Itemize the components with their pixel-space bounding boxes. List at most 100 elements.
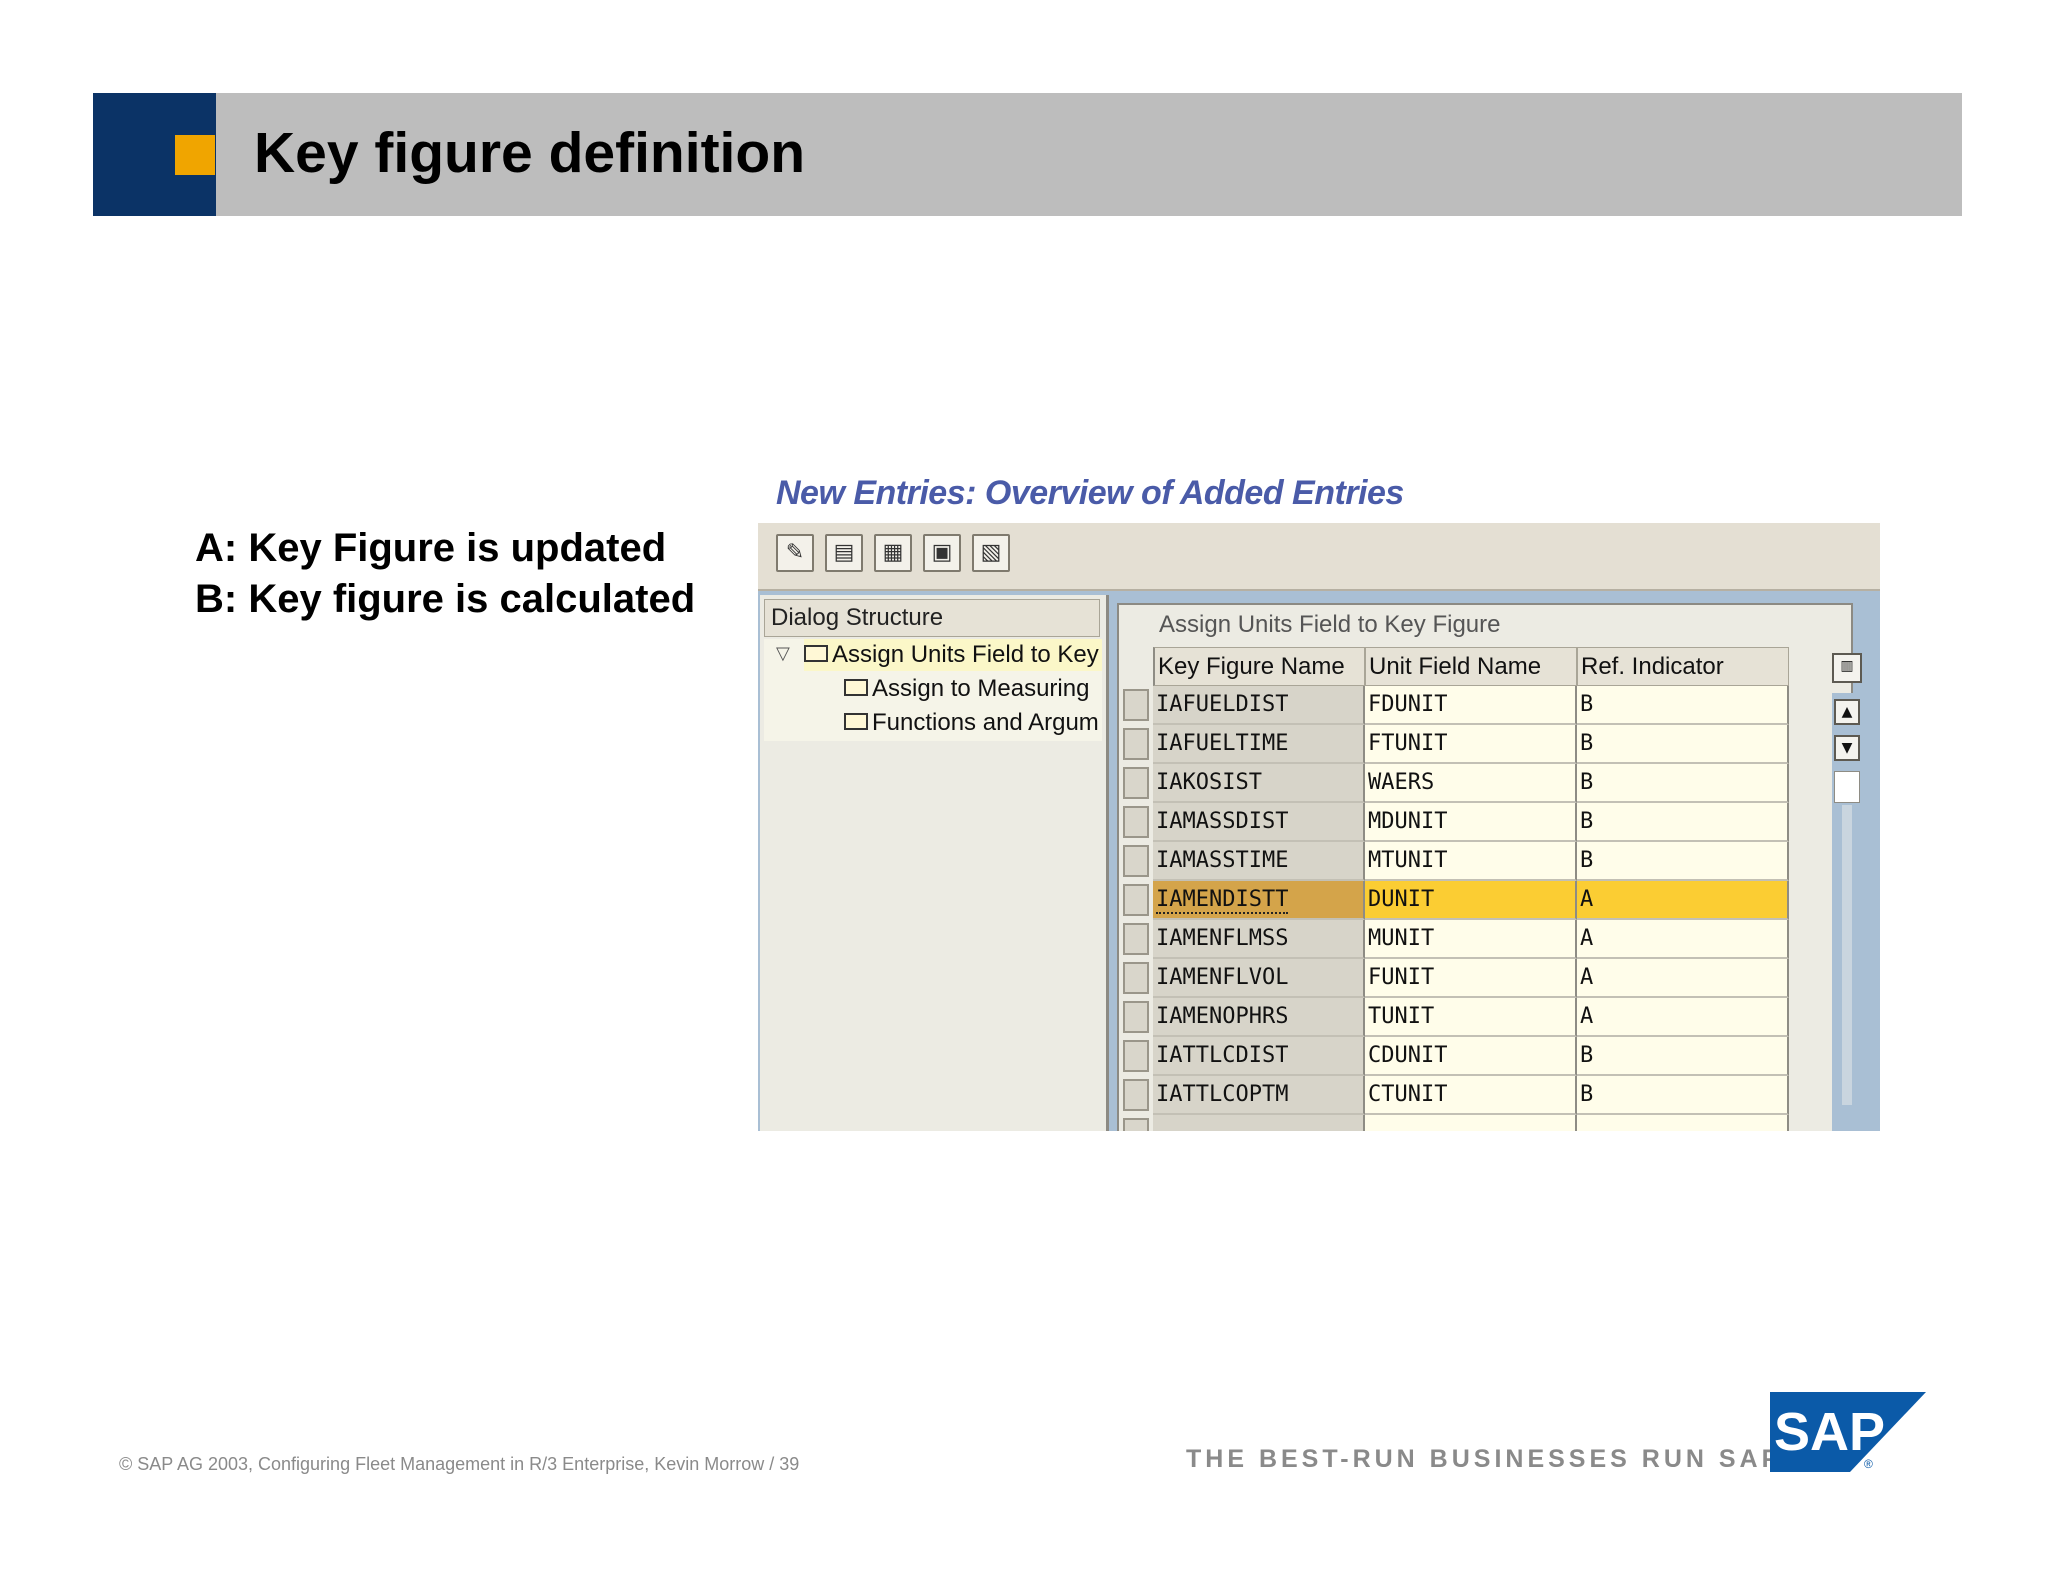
row-selector[interactable] bbox=[1123, 1079, 1149, 1111]
row-selector[interactable] bbox=[1123, 728, 1149, 760]
slide-title: Key figure definition bbox=[254, 121, 806, 185]
cell-ref-indicator[interactable]: A bbox=[1577, 881, 1789, 920]
cell-unit-field-name[interactable]: MDUNIT bbox=[1365, 803, 1577, 842]
cell-key-figure-name[interactable]: IAMENOPHRS bbox=[1153, 998, 1365, 1037]
cell-unit-field-name[interactable]: FDUNIT bbox=[1365, 686, 1577, 725]
cell-unit-field-name[interactable] bbox=[1365, 1115, 1577, 1131]
row-selector[interactable] bbox=[1123, 845, 1149, 877]
cell-key-figure-name[interactable] bbox=[1153, 1115, 1365, 1131]
row-selector[interactable] bbox=[1123, 767, 1149, 799]
sap-screen: ✎ ▤ ▦ ▣ ▧ Dialog Structure Assign Units … bbox=[758, 523, 1880, 1131]
cell-key-figure-name[interactable]: IATTLCDIST bbox=[1153, 1037, 1365, 1076]
cell-ref-indicator[interactable]: A bbox=[1577, 959, 1789, 998]
scroll-down-icon[interactable]: ▼ bbox=[1834, 735, 1860, 761]
cell-ref-indicator[interactable]: B bbox=[1577, 764, 1789, 803]
copy-entries-icon[interactable]: ▦ bbox=[874, 534, 912, 572]
cell-text: B bbox=[1580, 1082, 1594, 1107]
table-row[interactable]: IATTLCDIST CDUNIT B bbox=[1119, 1037, 1789, 1076]
bullet-b: B: Key figure is calculated bbox=[195, 577, 696, 621]
cell-key-figure-name[interactable]: IAKOSIST bbox=[1153, 764, 1365, 803]
cell-text: DUNIT bbox=[1368, 887, 1435, 912]
column-header-ref-indicator[interactable]: Ref. Indicator bbox=[1577, 647, 1789, 686]
cell-text: IATTLCDIST bbox=[1156, 1043, 1289, 1068]
cell-key-figure-name[interactable]: IAMASSTIME bbox=[1153, 842, 1365, 881]
row-selector[interactable] bbox=[1123, 923, 1149, 955]
cell-ref-indicator[interactable]: B bbox=[1577, 842, 1789, 881]
tree-item-functions[interactable]: Functions and Argum bbox=[844, 707, 1102, 739]
table-row[interactable]: IAFUELDIST FDUNIT B bbox=[1119, 686, 1789, 725]
cell-text: IAMASSDIST bbox=[1156, 809, 1289, 834]
expand-triangle-icon[interactable]: ▽ bbox=[776, 643, 790, 664]
cell-ref-indicator[interactable]: B bbox=[1577, 725, 1789, 764]
cell-text: IATTLCOPTM bbox=[1156, 1082, 1289, 1107]
header-orange-square bbox=[175, 135, 215, 175]
row-selector[interactable] bbox=[1123, 1118, 1149, 1131]
vertical-scrollbar[interactable]: ▲ ▼ bbox=[1832, 693, 1860, 1131]
cell-ref-indicator[interactable]: A bbox=[1577, 920, 1789, 959]
delete-row-icon[interactable]: ▤ bbox=[825, 534, 863, 572]
cell-unit-field-name[interactable]: FTUNIT bbox=[1365, 725, 1577, 764]
cell-ref-indicator[interactable]: B bbox=[1577, 686, 1789, 725]
cell-text: CTUNIT bbox=[1368, 1082, 1448, 1107]
row-selector[interactable] bbox=[1123, 1001, 1149, 1033]
table-row[interactable]: IAMENDISTT DUNIT A bbox=[1119, 881, 1789, 920]
cell-unit-field-name[interactable]: FUNIT bbox=[1365, 959, 1577, 998]
table-row[interactable]: IAKOSIST WAERS B bbox=[1119, 764, 1789, 803]
cell-key-figure-name[interactable]: IAFUELTIME bbox=[1153, 725, 1365, 764]
cell-unit-field-name[interactable]: CDUNIT bbox=[1365, 1037, 1577, 1076]
cell-text: CDUNIT bbox=[1368, 1043, 1448, 1068]
cell-unit-field-name[interactable]: DUNIT bbox=[1365, 881, 1577, 920]
row-selector[interactable] bbox=[1123, 1040, 1149, 1072]
cell-key-figure-name[interactable]: IATTLCOPTM bbox=[1153, 1076, 1365, 1115]
tree-item-label: Assign to Measuring bbox=[872, 675, 1090, 702]
cell-text: MTUNIT bbox=[1368, 848, 1448, 873]
cell-ref-indicator[interactable]: B bbox=[1577, 803, 1789, 842]
cell-unit-field-name[interactable]: TUNIT bbox=[1365, 998, 1577, 1037]
row-selector[interactable] bbox=[1123, 689, 1149, 721]
table-row[interactable]: IAMENFLVOL FUNIT A bbox=[1119, 959, 1789, 998]
tree-item-assign-measuring[interactable]: Assign to Measuring bbox=[844, 673, 1102, 705]
cell-ref-indicator[interactable]: B bbox=[1577, 1076, 1789, 1115]
table-row[interactable]: IAMENFLMSS MUNIT A bbox=[1119, 920, 1789, 959]
cell-key-figure-name[interactable]: IAMENDISTT bbox=[1153, 881, 1365, 920]
dialog-structure-panel: Dialog Structure Assign Units Field to K… bbox=[760, 595, 1109, 1131]
tagline: THE BEST-RUN BUSINESSES RUN SAP bbox=[1186, 1445, 1783, 1473]
table-row[interactable]: IAMENOPHRS TUNIT A bbox=[1119, 998, 1789, 1037]
cell-key-figure-name[interactable]: IAMENFLMSS bbox=[1153, 920, 1365, 959]
export-icon[interactable]: ▣ bbox=[923, 534, 961, 572]
tree-item-assign-units[interactable]: Assign Units Field to Key bbox=[804, 639, 1102, 671]
cell-key-figure-name[interactable]: IAMASSDIST bbox=[1153, 803, 1365, 842]
registered-mark: ® bbox=[1864, 1457, 1873, 1471]
table-panel: Assign Units Field to Key Figure Key Fig… bbox=[1117, 603, 1853, 1131]
scroll-thumb[interactable] bbox=[1834, 771, 1860, 803]
row-selector[interactable] bbox=[1123, 806, 1149, 838]
table-settings-icon[interactable]: ▥ bbox=[1832, 653, 1862, 683]
cell-key-figure-name[interactable]: IAFUELDIST bbox=[1153, 686, 1365, 725]
cell-ref-indicator[interactable] bbox=[1577, 1115, 1789, 1131]
cell-key-figure-name[interactable]: IAMENFLVOL bbox=[1153, 959, 1365, 998]
row-selector[interactable] bbox=[1123, 884, 1149, 916]
select-icon[interactable]: ▧ bbox=[972, 534, 1010, 572]
cell-ref-indicator[interactable]: B bbox=[1577, 1037, 1789, 1076]
dialog-structure-header: Dialog Structure bbox=[764, 599, 1100, 637]
column-header-key-figure[interactable]: Key Figure Name bbox=[1153, 647, 1365, 686]
cell-unit-field-name[interactable]: WAERS bbox=[1365, 764, 1577, 803]
cell-unit-field-name[interactable]: MTUNIT bbox=[1365, 842, 1577, 881]
tree-item-label: Assign Units Field to Key bbox=[832, 641, 1099, 668]
cell-unit-field-name[interactable]: MUNIT bbox=[1365, 920, 1577, 959]
table-row[interactable]: IAMASSDIST MDUNIT B bbox=[1119, 803, 1789, 842]
table-row[interactable] bbox=[1119, 1115, 1789, 1131]
cell-unit-field-name[interactable]: CTUNIT bbox=[1365, 1076, 1577, 1115]
cell-text: MUNIT bbox=[1368, 926, 1435, 951]
table-row[interactable]: IATTLCOPTM CTUNIT B bbox=[1119, 1076, 1789, 1115]
scroll-up-icon[interactable]: ▲ bbox=[1834, 699, 1860, 725]
cell-ref-indicator[interactable]: A bbox=[1577, 998, 1789, 1037]
table-row[interactable]: IAMASSTIME MTUNIT B bbox=[1119, 842, 1789, 881]
cell-text: IAFUELDIST bbox=[1156, 692, 1289, 717]
column-header-unit-field[interactable]: Unit Field Name bbox=[1365, 647, 1577, 686]
row-selector[interactable] bbox=[1123, 962, 1149, 994]
cell-text: FDUNIT bbox=[1368, 692, 1448, 717]
pencil-glasses-icon[interactable]: ✎ bbox=[776, 534, 814, 572]
table-row[interactable]: IAFUELTIME FTUNIT B bbox=[1119, 725, 1789, 764]
scroll-track[interactable] bbox=[1842, 805, 1852, 1105]
